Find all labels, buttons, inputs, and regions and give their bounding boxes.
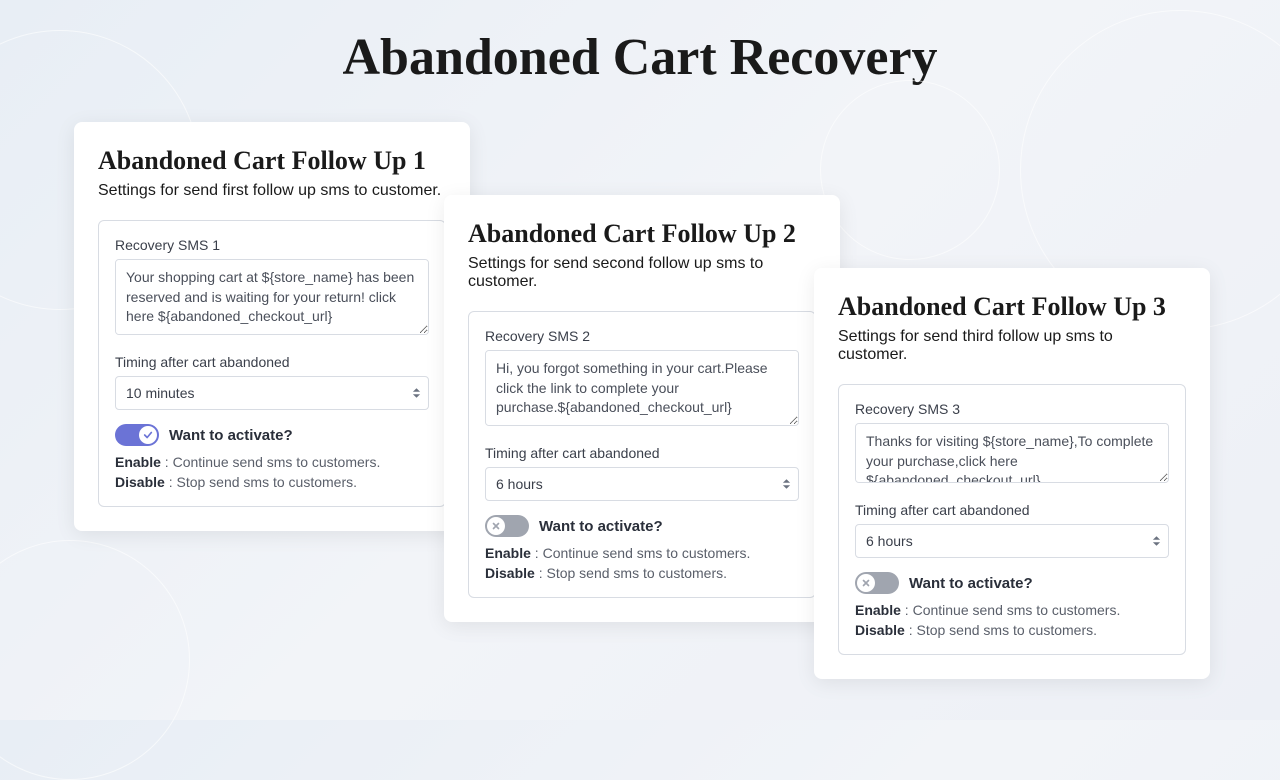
timing-select[interactable]: 6 hours — [485, 467, 799, 501]
timing-label: Timing after cart abandoned — [115, 354, 429, 370]
form-box: Recovery SMS 1 Timing after cart abandon… — [98, 220, 446, 507]
card-subtitle: Settings for send first follow up sms to… — [98, 182, 446, 200]
disable-status: Disable : Stop send sms to customers. — [485, 565, 799, 581]
recovery-sms-textarea[interactable] — [115, 259, 429, 335]
sms-label: Recovery SMS 1 — [115, 237, 429, 253]
card-title: Abandoned Cart Follow Up 3 — [838, 292, 1186, 322]
recovery-sms-textarea[interactable] — [485, 350, 799, 426]
followup-card-1: Abandoned Cart Follow Up 1 Settings for … — [74, 122, 470, 531]
enable-status: Enable : Continue send sms to customers. — [855, 602, 1169, 618]
form-box: Recovery SMS 3 Timing after cart abandon… — [838, 384, 1186, 655]
timing-label: Timing after cart abandoned — [855, 502, 1169, 518]
x-icon — [491, 521, 501, 531]
sms-label: Recovery SMS 2 — [485, 328, 799, 344]
card-title: Abandoned Cart Follow Up 2 — [468, 219, 816, 249]
timing-label: Timing after cart abandoned — [485, 445, 799, 461]
followup-card-3: Abandoned Cart Follow Up 3 Settings for … — [814, 268, 1210, 679]
check-icon — [143, 430, 153, 440]
activate-toggle[interactable] — [485, 515, 529, 537]
card-subtitle: Settings for send second follow up sms t… — [468, 255, 816, 291]
sms-label: Recovery SMS 3 — [855, 401, 1169, 417]
enable-status: Enable : Continue send sms to customers. — [485, 545, 799, 561]
timing-select[interactable]: 6 hours — [855, 524, 1169, 558]
activate-label: Want to activate? — [539, 518, 663, 535]
disable-status: Disable : Stop send sms to customers. — [855, 622, 1169, 638]
activate-label: Want to activate? — [169, 427, 293, 444]
card-title: Abandoned Cart Follow Up 1 — [98, 146, 446, 176]
disable-status: Disable : Stop send sms to customers. — [115, 474, 429, 490]
timing-select[interactable]: 10 minutes — [115, 376, 429, 410]
card-subtitle: Settings for send third follow up sms to… — [838, 328, 1186, 364]
enable-status: Enable : Continue send sms to customers. — [115, 454, 429, 470]
x-icon — [861, 578, 871, 588]
form-box: Recovery SMS 2 Timing after cart abandon… — [468, 311, 816, 598]
activate-label: Want to activate? — [909, 575, 1033, 592]
activate-toggle[interactable] — [855, 572, 899, 594]
followup-card-2: Abandoned Cart Follow Up 2 Settings for … — [444, 195, 840, 622]
activate-toggle[interactable] — [115, 424, 159, 446]
recovery-sms-textarea[interactable] — [855, 423, 1169, 483]
